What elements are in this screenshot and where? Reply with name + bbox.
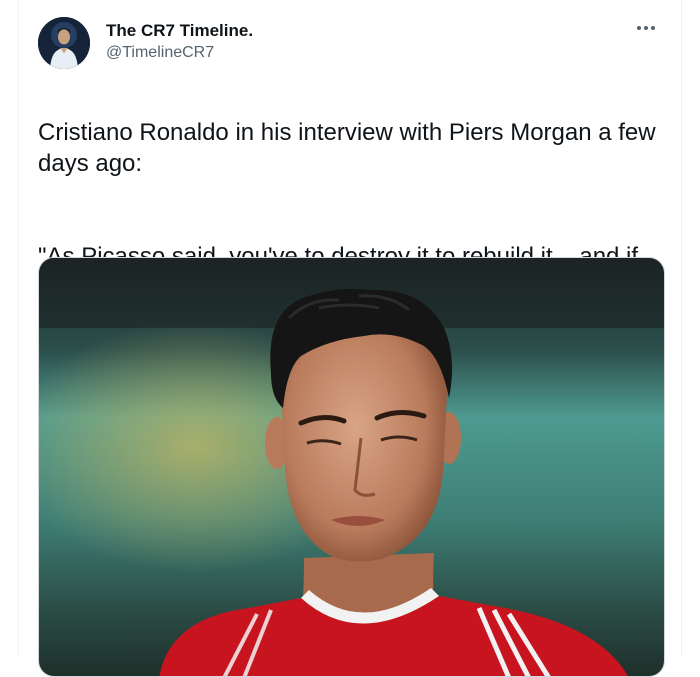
author-handle[interactable]: @TimelineCR7 [106, 43, 214, 63]
player-photo [39, 258, 664, 676]
more-horizontal-icon [637, 26, 655, 30]
author-display-name[interactable]: The CR7 Timeline. [106, 20, 253, 42]
tweet-photo[interactable] [38, 257, 665, 677]
more-options-button[interactable] [629, 16, 663, 40]
tweet-paragraph-1: Cristiano Ronaldo in his interview with … [38, 119, 656, 177]
author-avatar[interactable] [38, 17, 90, 69]
tweet-card: The CR7 Timeline. @TimelineCR7 Cristiano… [18, 0, 682, 677]
avatar-image [38, 17, 90, 69]
